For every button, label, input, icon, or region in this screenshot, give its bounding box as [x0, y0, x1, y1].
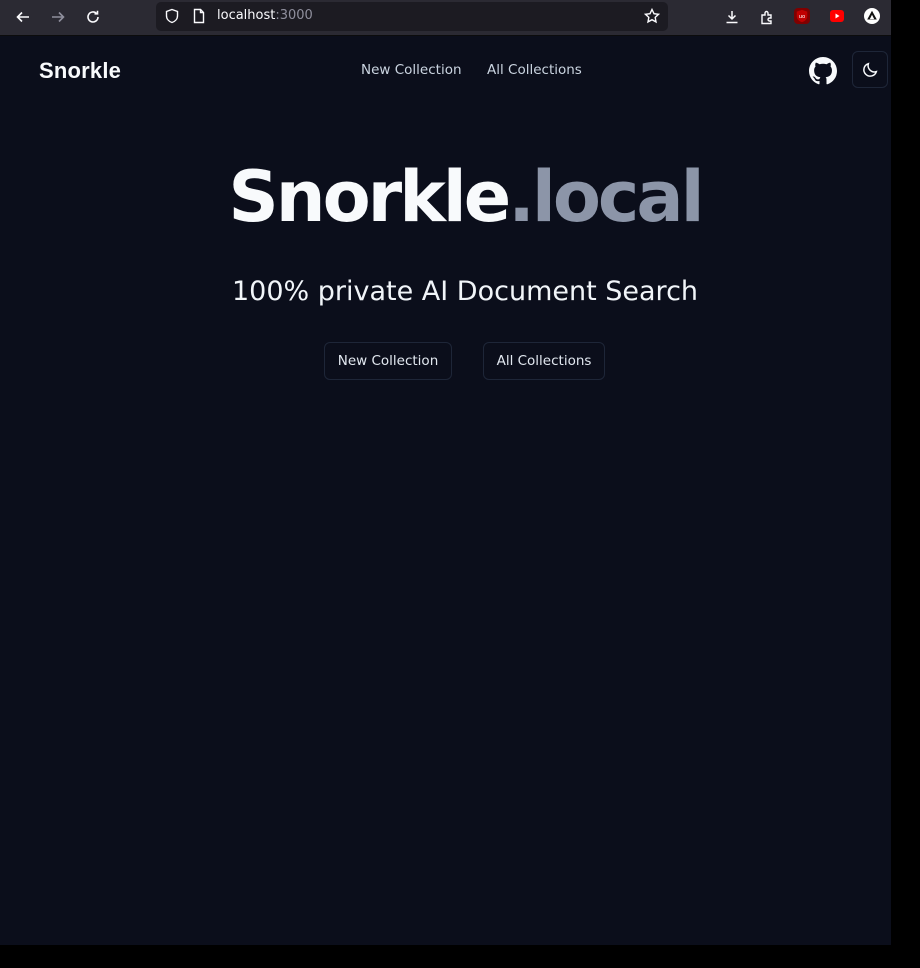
browser-window: localhost:3000 uo Snorkle New Collection…	[0, 0, 891, 945]
svg-text:uo: uo	[799, 14, 806, 20]
browser-toolbar: localhost:3000 uo	[0, 0, 891, 36]
shield-icon[interactable]	[164, 8, 180, 24]
moon-icon	[862, 61, 879, 78]
all-collections-button[interactable]: All Collections	[483, 342, 605, 380]
hero-title-main: Snorkle	[228, 156, 511, 238]
new-collection-button[interactable]: New Collection	[324, 342, 452, 380]
back-icon[interactable]	[10, 4, 36, 30]
address-bar[interactable]: localhost:3000	[156, 2, 668, 31]
extensions-icon[interactable]	[754, 4, 780, 30]
hero-title-suffix: .local	[508, 156, 704, 238]
nav-brand[interactable]: Snorkle	[39, 58, 121, 84]
page-content: Snorkle New Collection All Collections S…	[0, 36, 891, 945]
url-text[interactable]: localhost:3000	[217, 8, 313, 23]
ublock-icon[interactable]: uo	[794, 8, 810, 24]
download-icon[interactable]	[719, 4, 745, 30]
nav-link-new-collection[interactable]: New Collection	[361, 62, 462, 78]
account-icon[interactable]	[864, 8, 880, 24]
hero-title: Snorkle.local	[0, 162, 920, 232]
github-icon[interactable]	[809, 57, 837, 85]
bookmark-star-icon[interactable]	[643, 7, 661, 24]
reload-icon[interactable]	[80, 4, 106, 30]
page-icon[interactable]	[191, 8, 207, 24]
forward-icon[interactable]	[45, 4, 71, 30]
theme-toggle-button[interactable]	[852, 51, 888, 88]
youtube-extension-icon[interactable]	[829, 8, 845, 24]
nav-link-all-collections[interactable]: All Collections	[487, 62, 582, 78]
hero-subtitle: 100% private AI Document Search	[231, 276, 699, 307]
